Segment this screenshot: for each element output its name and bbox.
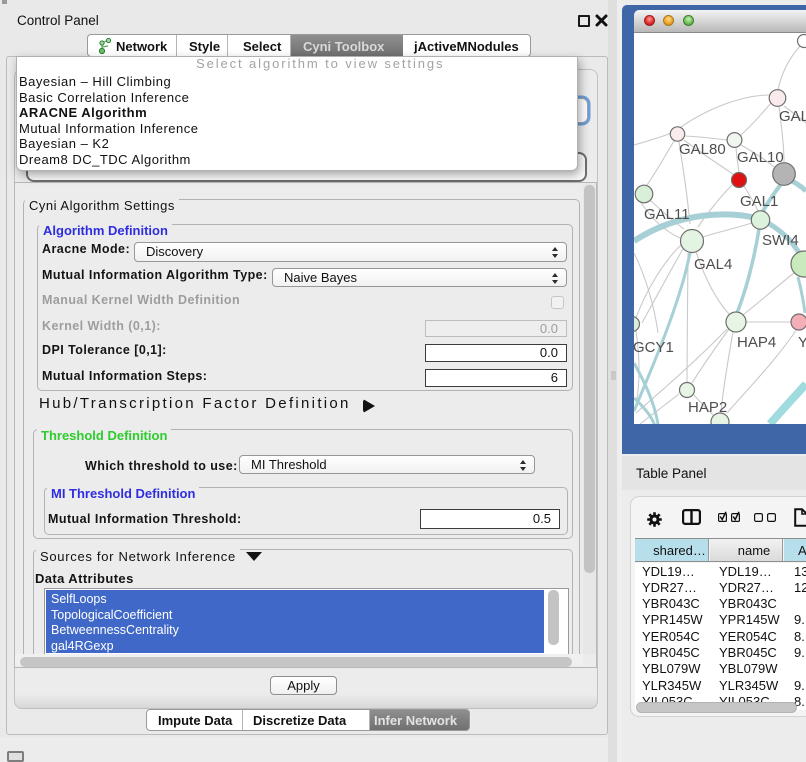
svg-text:Y: Y xyxy=(798,334,806,351)
svg-text:GAL10: GAL10 xyxy=(737,149,784,166)
svg-text:SWI4: SWI4 xyxy=(762,232,799,249)
svg-text:GAL80: GAL80 xyxy=(679,141,726,158)
svg-text:GAL4: GAL4 xyxy=(694,256,732,273)
svg-text:GCY1: GCY1 xyxy=(634,339,674,356)
svg-text:GAL8: GAL8 xyxy=(779,108,806,125)
svg-text:GAL1: GAL1 xyxy=(740,193,778,210)
svg-text:GAL11: GAL11 xyxy=(644,206,690,223)
svg-text:HAP2: HAP2 xyxy=(688,399,727,416)
svg-text:HAP4: HAP4 xyxy=(737,334,776,351)
